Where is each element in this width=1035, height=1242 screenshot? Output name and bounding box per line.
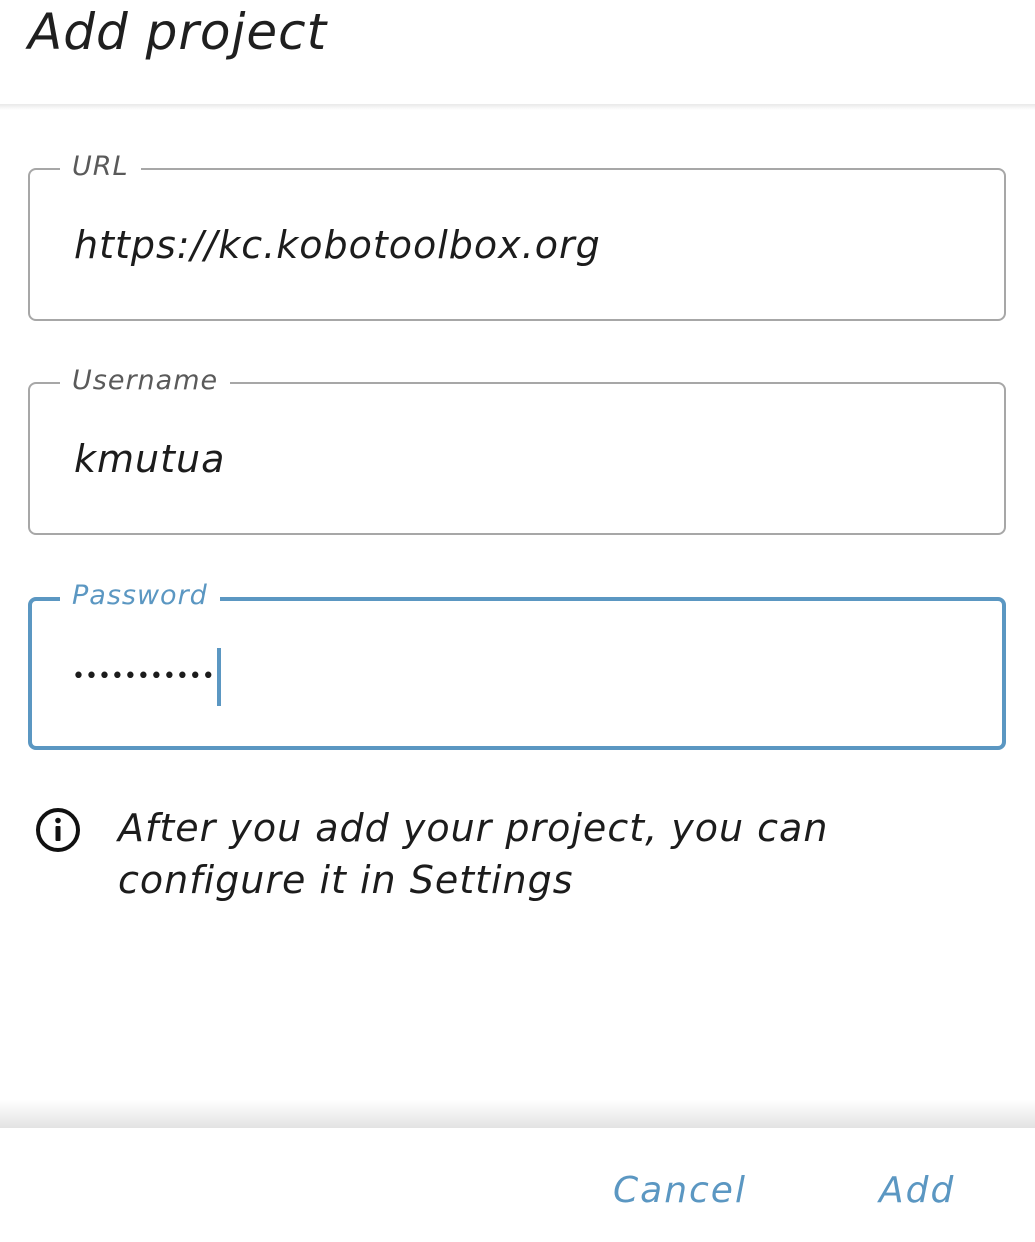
- title-divider: [0, 104, 1035, 110]
- password-input[interactable]: •••••••••••: [72, 647, 221, 707]
- add-button[interactable]: Add: [879, 1166, 955, 1216]
- cancel-button[interactable]: Cancel: [613, 1166, 747, 1216]
- url-field[interactable]: URL https://kc.kobotoolbox.org: [28, 150, 1006, 321]
- dialog-title: Add project: [28, 3, 328, 61]
- password-masked-value: •••••••••••: [72, 664, 215, 689]
- info-row: After you add your project, you can conf…: [34, 802, 918, 906]
- password-field-label: Password: [60, 579, 220, 613]
- username-field-label: Username: [60, 364, 231, 398]
- footer-divider: [0, 1100, 1035, 1128]
- url-field-value[interactable]: https://kc.kobotoolbox.org: [74, 220, 601, 270]
- info-text: After you add your project, you can conf…: [118, 806, 829, 902]
- username-field[interactable]: Username kmutua: [28, 364, 1006, 535]
- password-field[interactable]: Password •••••••••••: [28, 579, 1006, 750]
- username-field-value[interactable]: kmutua: [74, 434, 225, 484]
- url-field-label: URL: [60, 150, 141, 184]
- info-icon: [36, 808, 80, 852]
- text-caret: [216, 648, 221, 706]
